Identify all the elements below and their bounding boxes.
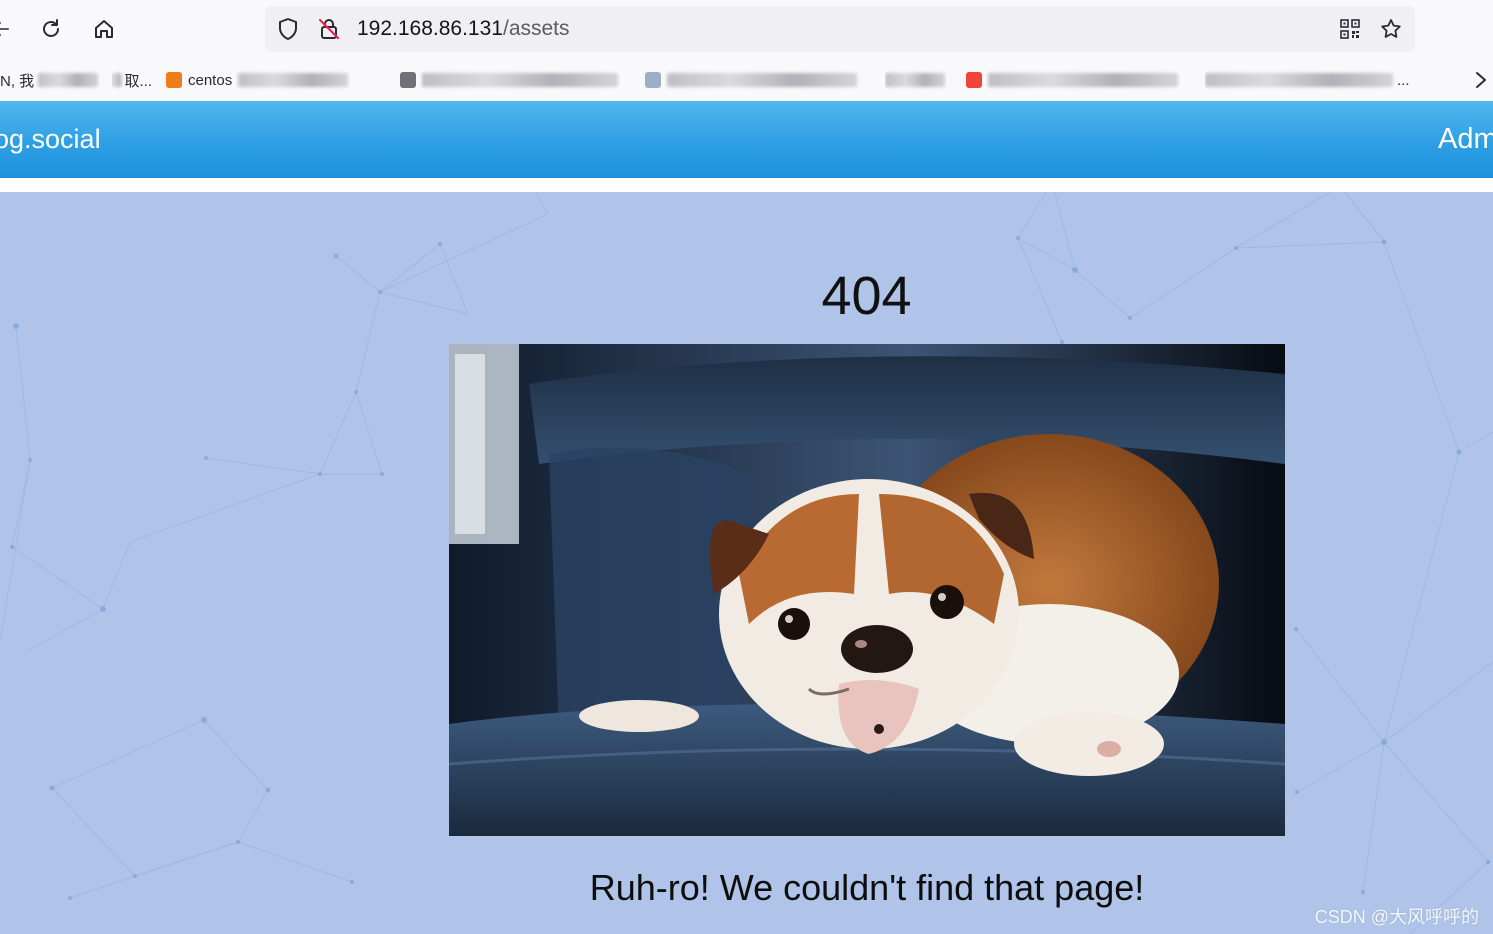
bookmark-item[interactable] [645, 68, 865, 92]
blurred-text [238, 73, 349, 87]
address-host: 192.168.86.131 [357, 17, 503, 40]
site-brand-link[interactable]: og.social [0, 101, 101, 178]
bookmark-item[interactable]: 取... [112, 68, 152, 92]
blurred-text [667, 73, 857, 87]
address-bar[interactable]: 192.168.86.131/assets [265, 6, 1415, 52]
bookmark-item[interactable]: centos [166, 68, 366, 92]
home-icon[interactable] [89, 14, 119, 44]
blurred-text [988, 73, 1178, 87]
bookmark-item[interactable]: N, 我 [0, 68, 100, 92]
bookmark-label: 取... [124, 72, 152, 90]
bookmark-item[interactable] [400, 68, 628, 92]
bookmark-item[interactable]: ... [1205, 68, 1427, 92]
bookmark-label: N, 我 [0, 72, 35, 90]
bookmark-favicon-icon [645, 72, 661, 88]
blurred-text [422, 73, 618, 87]
page-content: 404 Ruh-ro! We couldn't find that page! … [0, 192, 1493, 934]
site-navbar: og.social Adm [0, 101, 1493, 178]
bookmark-favicon-icon [966, 72, 982, 88]
address-path: /assets [502, 17, 570, 40]
bookmark-item[interactable] [885, 68, 947, 92]
back-icon[interactable] [0, 14, 16, 44]
star-icon[interactable] [1378, 16, 1404, 42]
shield-icon[interactable] [275, 16, 301, 42]
bookmark-favicon-icon [166, 72, 182, 88]
blurred-text [1205, 73, 1393, 87]
bookmark-favicon-icon [400, 72, 416, 88]
navbar-divider [0, 178, 1493, 192]
browser-toolbar: 192.168.86.131/assets [0, 0, 1493, 60]
bulldog-illustration [449, 344, 1285, 836]
insecure-lock-icon[interactable] [316, 16, 342, 42]
blurred-text [885, 73, 945, 87]
blurred-text [112, 73, 123, 87]
bookmark-label: centos [188, 71, 233, 89]
nav-admin-link[interactable]: Adm [1438, 101, 1493, 178]
bookmark-item[interactable] [966, 68, 1186, 92]
sad-bulldog-image [449, 344, 1285, 836]
error-code-heading: 404 [821, 266, 912, 326]
address-text[interactable]: 192.168.86.131/assets [357, 6, 570, 52]
qr-code-icon[interactable] [1337, 16, 1363, 42]
reload-icon[interactable] [36, 14, 66, 44]
bookmarks-bar: N, 我 取... centos ... [0, 60, 1493, 101]
chevron-right-icon[interactable] [1471, 68, 1491, 92]
error-message: Ruh-ro! We couldn't find that page! [589, 867, 1145, 908]
bookmark-label: ... [1397, 71, 1410, 89]
csdn-watermark: CSDN @大风呼呼的 [1314, 907, 1479, 927]
blurred-text [38, 73, 99, 87]
